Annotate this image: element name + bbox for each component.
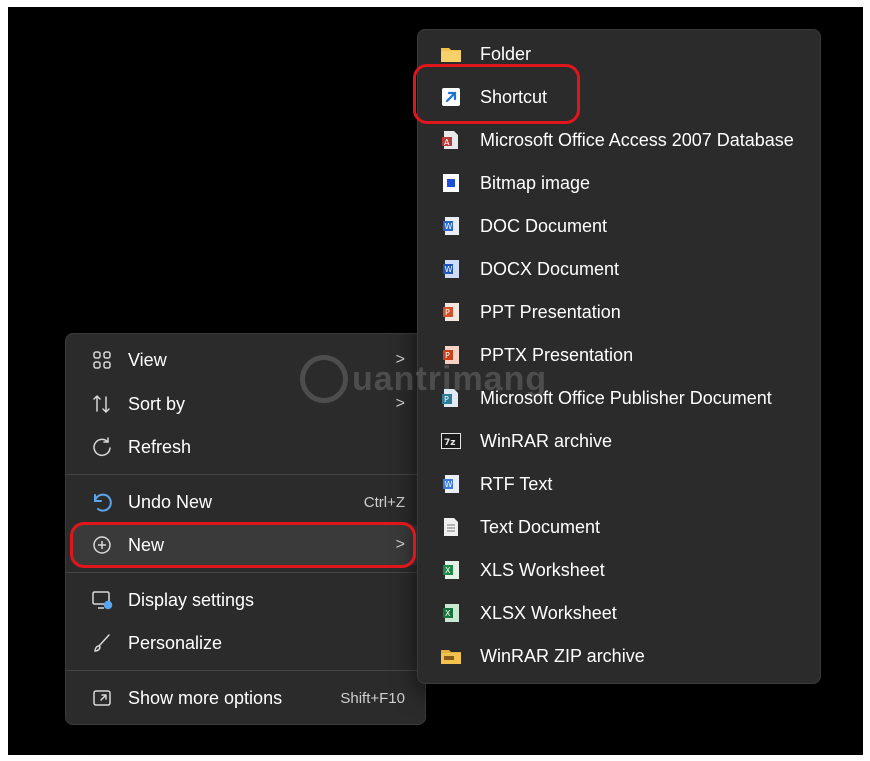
docx-icon: W [440,258,462,280]
menu-item-label: Display settings [128,589,255,610]
menu-item-personalize[interactable]: Personalize [72,623,419,663]
svg-text:7z: 7z [444,438,456,448]
submenu-item-bitmap-image[interactable]: Bitmap image [424,163,814,203]
menu-item-view[interactable]: View > [72,340,419,380]
xlsx-icon: X [440,602,462,624]
submenu-item-xlsx-worksheet[interactable]: X XLSX Worksheet [424,593,814,633]
display-settings-icon [90,588,114,612]
menu-separator [66,670,425,671]
pptx-icon: P [440,344,462,366]
svg-text:P: P [445,308,450,317]
submenu-item-label: Bitmap image [480,172,591,193]
folder-icon [440,43,462,65]
shortcut-hint: Ctrl+Z [363,493,405,511]
submenu-item-doc-document[interactable]: W DOC Document [424,206,814,246]
doc-icon: W [440,215,462,237]
svg-text:P: P [444,395,449,404]
menu-item-label: Show more options [128,687,283,708]
menu-separator [66,572,425,573]
menu-item-label: Sort by [128,393,186,414]
svg-text:W: W [445,480,453,489]
new-submenu: Folder Shortcut A Microsoft Office Acces… [417,29,821,684]
submenu-item-label: RTF Text [480,473,553,494]
publisher-icon: P [440,387,462,409]
sort-icon [90,392,114,416]
submenu-item-winrar-archive[interactable]: 7z WinRAR archive [424,421,814,461]
brush-icon [90,631,114,655]
winrar-icon: 7z [440,430,462,452]
highlight-shortcut [413,64,580,124]
xls-icon: X [440,559,462,581]
submenu-item-label: Folder [480,43,532,64]
submenu-item-label: WinRAR archive [480,430,613,451]
submenu-item-label: PPTX Presentation [480,344,634,365]
svg-text:A: A [444,138,450,147]
submenu-item-label: WinRAR ZIP archive [480,645,645,666]
menu-item-show-more-options[interactable]: Show more options Shift+F10 [72,678,419,718]
chevron-right-icon: > [395,351,405,368]
svg-text:X: X [445,566,451,575]
submenu-item-label: Microsoft Office Publisher Document [480,387,772,408]
submenu-item-label: DOCX Document [480,258,620,279]
bitmap-icon [440,172,462,194]
submenu-item-access-database[interactable]: A Microsoft Office Access 2007 Database [424,120,814,160]
submenu-item-label: PPT Presentation [480,301,621,322]
menu-separator [66,474,425,475]
submenu-item-winrar-zip-archive[interactable]: WinRAR ZIP archive [424,636,814,676]
winrar-zip-icon [440,645,462,667]
menu-item-display-settings[interactable]: Display settings [72,580,419,620]
menu-item-undo-new[interactable]: Undo New Ctrl+Z [72,482,419,522]
submenu-item-ppt-presentation[interactable]: P PPT Presentation [424,292,814,332]
show-more-icon [90,686,114,710]
menu-item-label: View [128,349,167,370]
svg-text:W: W [445,222,453,231]
svg-text:X: X [445,609,451,618]
submenu-item-label: DOC Document [480,215,608,236]
submenu-item-label: Text Document [480,516,601,537]
rtf-icon: W [440,473,462,495]
grid-view-icon [90,348,114,372]
submenu-item-label: XLS Worksheet [480,559,605,580]
chevron-right-icon: > [395,395,405,412]
submenu-item-text-document[interactable]: Text Document [424,507,814,547]
text-document-icon [440,516,462,538]
submenu-item-publisher-document[interactable]: P Microsoft Office Publisher Document [424,378,814,418]
submenu-item-docx-document[interactable]: W DOCX Document [424,249,814,289]
svg-text:W: W [445,265,453,274]
shortcut-hint: Shift+F10 [340,689,405,707]
access-db-icon: A [440,129,462,151]
undo-icon [90,490,114,514]
submenu-item-pptx-presentation[interactable]: P PPTX Presentation [424,335,814,375]
submenu-item-xls-worksheet[interactable]: X XLS Worksheet [424,550,814,590]
ppt-icon: P [440,301,462,323]
submenu-item-rtf-text[interactable]: W RTF Text [424,464,814,504]
svg-text:P: P [445,351,450,360]
menu-item-label: Personalize [128,632,223,653]
submenu-item-label: Microsoft Office Access 2007 Database [480,129,794,150]
highlight-new [70,522,416,568]
refresh-icon [90,435,114,459]
menu-item-sort-by[interactable]: Sort by > [72,384,419,424]
submenu-item-label: XLSX Worksheet [480,602,617,623]
menu-item-refresh[interactable]: Refresh [72,427,419,467]
menu-item-label: Refresh [128,436,192,457]
menu-item-label: Undo New [128,491,213,512]
